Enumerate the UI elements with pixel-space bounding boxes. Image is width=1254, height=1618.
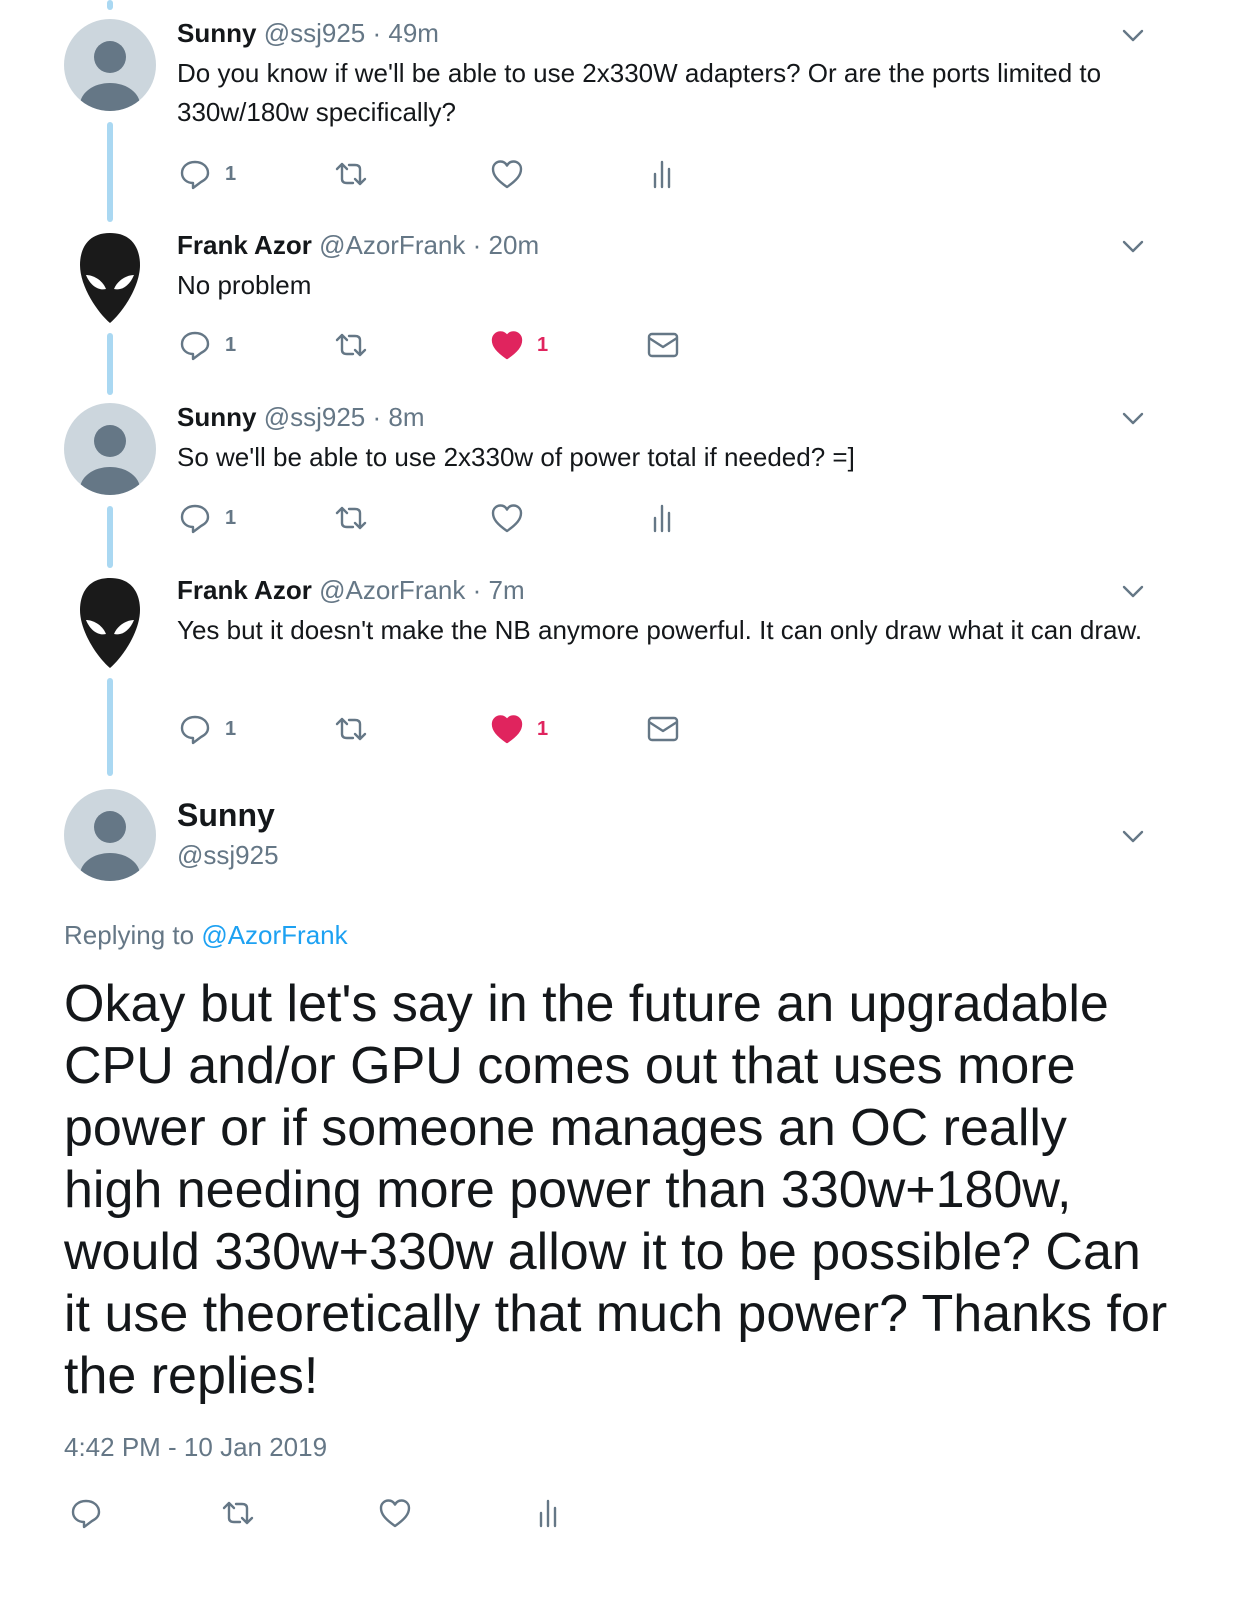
retweet-button[interactable] [220, 1493, 256, 1533]
default-profile-avatar[interactable] [64, 789, 156, 881]
retweet-icon [333, 500, 369, 536]
author-name[interactable]: Frank Azor [177, 575, 312, 605]
heart-icon [489, 327, 525, 363]
envelope-icon [645, 327, 681, 363]
thread-line [107, 0, 113, 10]
reply-icon [68, 1495, 104, 1531]
thread-line [107, 678, 113, 776]
chevron-down-icon[interactable] [1120, 578, 1146, 604]
author-handle[interactable]: @AzorFrank [319, 575, 465, 605]
like-button[interactable] [489, 154, 525, 194]
replying-handle-link[interactable]: @AzorFrank [201, 920, 347, 950]
author-handle[interactable]: @AzorFrank [319, 230, 465, 260]
analytics-icon [645, 500, 681, 536]
chevron-down-icon[interactable] [1120, 823, 1146, 849]
tweet-header: Sunny @ssj925 · 49m [177, 16, 1154, 50]
reply-button[interactable]: 1 [177, 498, 236, 538]
thread-line [107, 333, 113, 395]
thread-line [107, 506, 113, 568]
author-handle[interactable]: @ssj925 [264, 18, 366, 48]
separator-dot: · [372, 402, 382, 432]
replying-to: Replying to @AzorFrank [64, 918, 348, 952]
alien-head-avatar[interactable] [64, 231, 156, 323]
tweet-time[interactable]: 8m [388, 402, 424, 432]
reply-count: 1 [225, 333, 237, 356]
direct-message-button[interactable] [645, 325, 681, 365]
separator-dot: · [472, 575, 482, 605]
reply-count: 1 [225, 506, 237, 529]
reply-button[interactable]: 1 [177, 325, 236, 365]
envelope-icon [645, 711, 681, 747]
default-profile-avatar[interactable] [64, 403, 156, 495]
separator-dot: · [472, 230, 482, 260]
like-count: 1 [537, 333, 549, 356]
reply-count: 1 [225, 717, 237, 740]
like-count: 1 [537, 717, 549, 740]
direct-message-button[interactable] [645, 709, 681, 749]
heart-icon [377, 1495, 413, 1531]
reply-count: 1 [225, 162, 237, 185]
reply-icon [177, 500, 213, 536]
tweet-text: Do you know if we'll be able to use 2x33… [177, 58, 1102, 127]
main-action-bar [64, 1493, 764, 1533]
tweet-text: No problem [177, 270, 312, 300]
like-button[interactable]: 1 [489, 325, 548, 365]
tweet-time[interactable]: 7m [489, 575, 525, 605]
heart-icon [489, 156, 525, 192]
tweet-text: So we'll be able to use 2x330w of power … [177, 442, 855, 472]
retweet-icon [333, 711, 369, 747]
heart-icon [489, 711, 525, 747]
alien-head-avatar[interactable] [64, 576, 156, 668]
author-name[interactable]: Frank Azor [177, 230, 312, 260]
author-name[interactable]: Sunny [177, 18, 256, 48]
retweet-button[interactable] [333, 498, 369, 538]
reply-icon [177, 711, 213, 747]
reply-icon [177, 156, 213, 192]
analytics-icon [645, 156, 681, 192]
reply-button[interactable]: 1 [177, 709, 236, 749]
chevron-down-icon[interactable] [1120, 233, 1146, 259]
author-handle[interactable]: @ssj925 [264, 402, 366, 432]
retweet-button[interactable] [333, 154, 369, 194]
retweet-button[interactable] [333, 709, 369, 749]
reply-button[interactable]: 1 [177, 154, 236, 194]
retweet-button[interactable] [333, 325, 369, 365]
chevron-down-icon[interactable] [1120, 22, 1146, 48]
analytics-button[interactable] [645, 498, 681, 538]
replying-prefix: Replying to [64, 920, 195, 950]
author-name[interactable]: Sunny [177, 402, 256, 432]
tweet-header: Frank Azor @AzorFrank · 20m [177, 228, 1154, 262]
tweet-text: Yes but it doesn't make the NB anymore p… [177, 615, 1143, 645]
main-tweet-text: Okay but let's say in the future an upgr… [64, 975, 1168, 1405]
like-button[interactable] [489, 498, 525, 538]
heart-icon [489, 500, 525, 536]
default-profile-avatar[interactable] [64, 19, 156, 111]
tweet-time[interactable]: 49m [388, 18, 439, 48]
reply-icon [177, 327, 213, 363]
analytics-button[interactable] [645, 154, 681, 194]
tweet-header: Frank Azor @AzorFrank · 7m [177, 573, 1154, 607]
chevron-down-icon[interactable] [1120, 405, 1146, 431]
tweet-timestamp[interactable]: 4:42 PM - 10 Jan 2019 [64, 1430, 327, 1464]
analytics-button[interactable] [531, 1493, 567, 1533]
tweet-header: Sunny @ssj925 · 8m [177, 400, 1154, 434]
analytics-icon [531, 1495, 567, 1531]
main-author-handle[interactable]: @ssj925 [177, 838, 279, 872]
thread-line [107, 122, 113, 222]
separator-dot: · [372, 18, 382, 48]
retweet-icon [333, 327, 369, 363]
like-button[interactable]: 1 [489, 709, 548, 749]
main-author-name[interactable]: Sunny [177, 796, 275, 834]
like-button[interactable] [377, 1493, 413, 1533]
reply-button[interactable] [68, 1493, 104, 1533]
retweet-icon [333, 156, 369, 192]
tweet-time[interactable]: 20m [489, 230, 540, 260]
retweet-icon [220, 1495, 256, 1531]
